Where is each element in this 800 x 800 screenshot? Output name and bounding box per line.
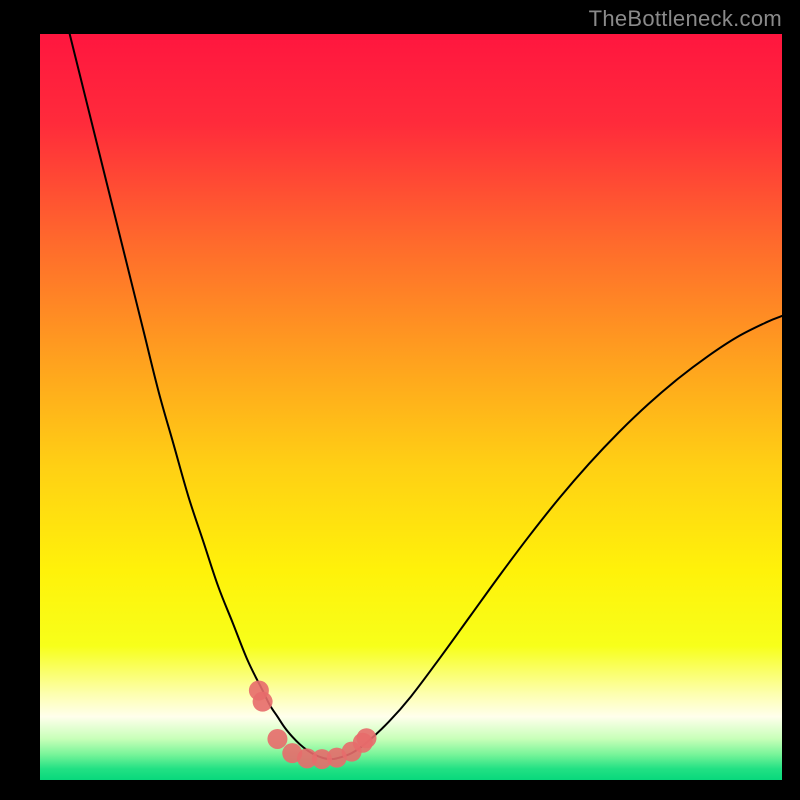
watermark-text: TheBottleneck.com	[589, 6, 782, 32]
chart-svg	[40, 34, 782, 780]
chart-frame: TheBottleneck.com	[0, 0, 800, 800]
gradient-rect	[40, 34, 782, 780]
marker-point	[356, 728, 376, 748]
marker-point	[267, 729, 287, 749]
plot-area	[40, 34, 782, 780]
marker-point	[253, 692, 273, 712]
